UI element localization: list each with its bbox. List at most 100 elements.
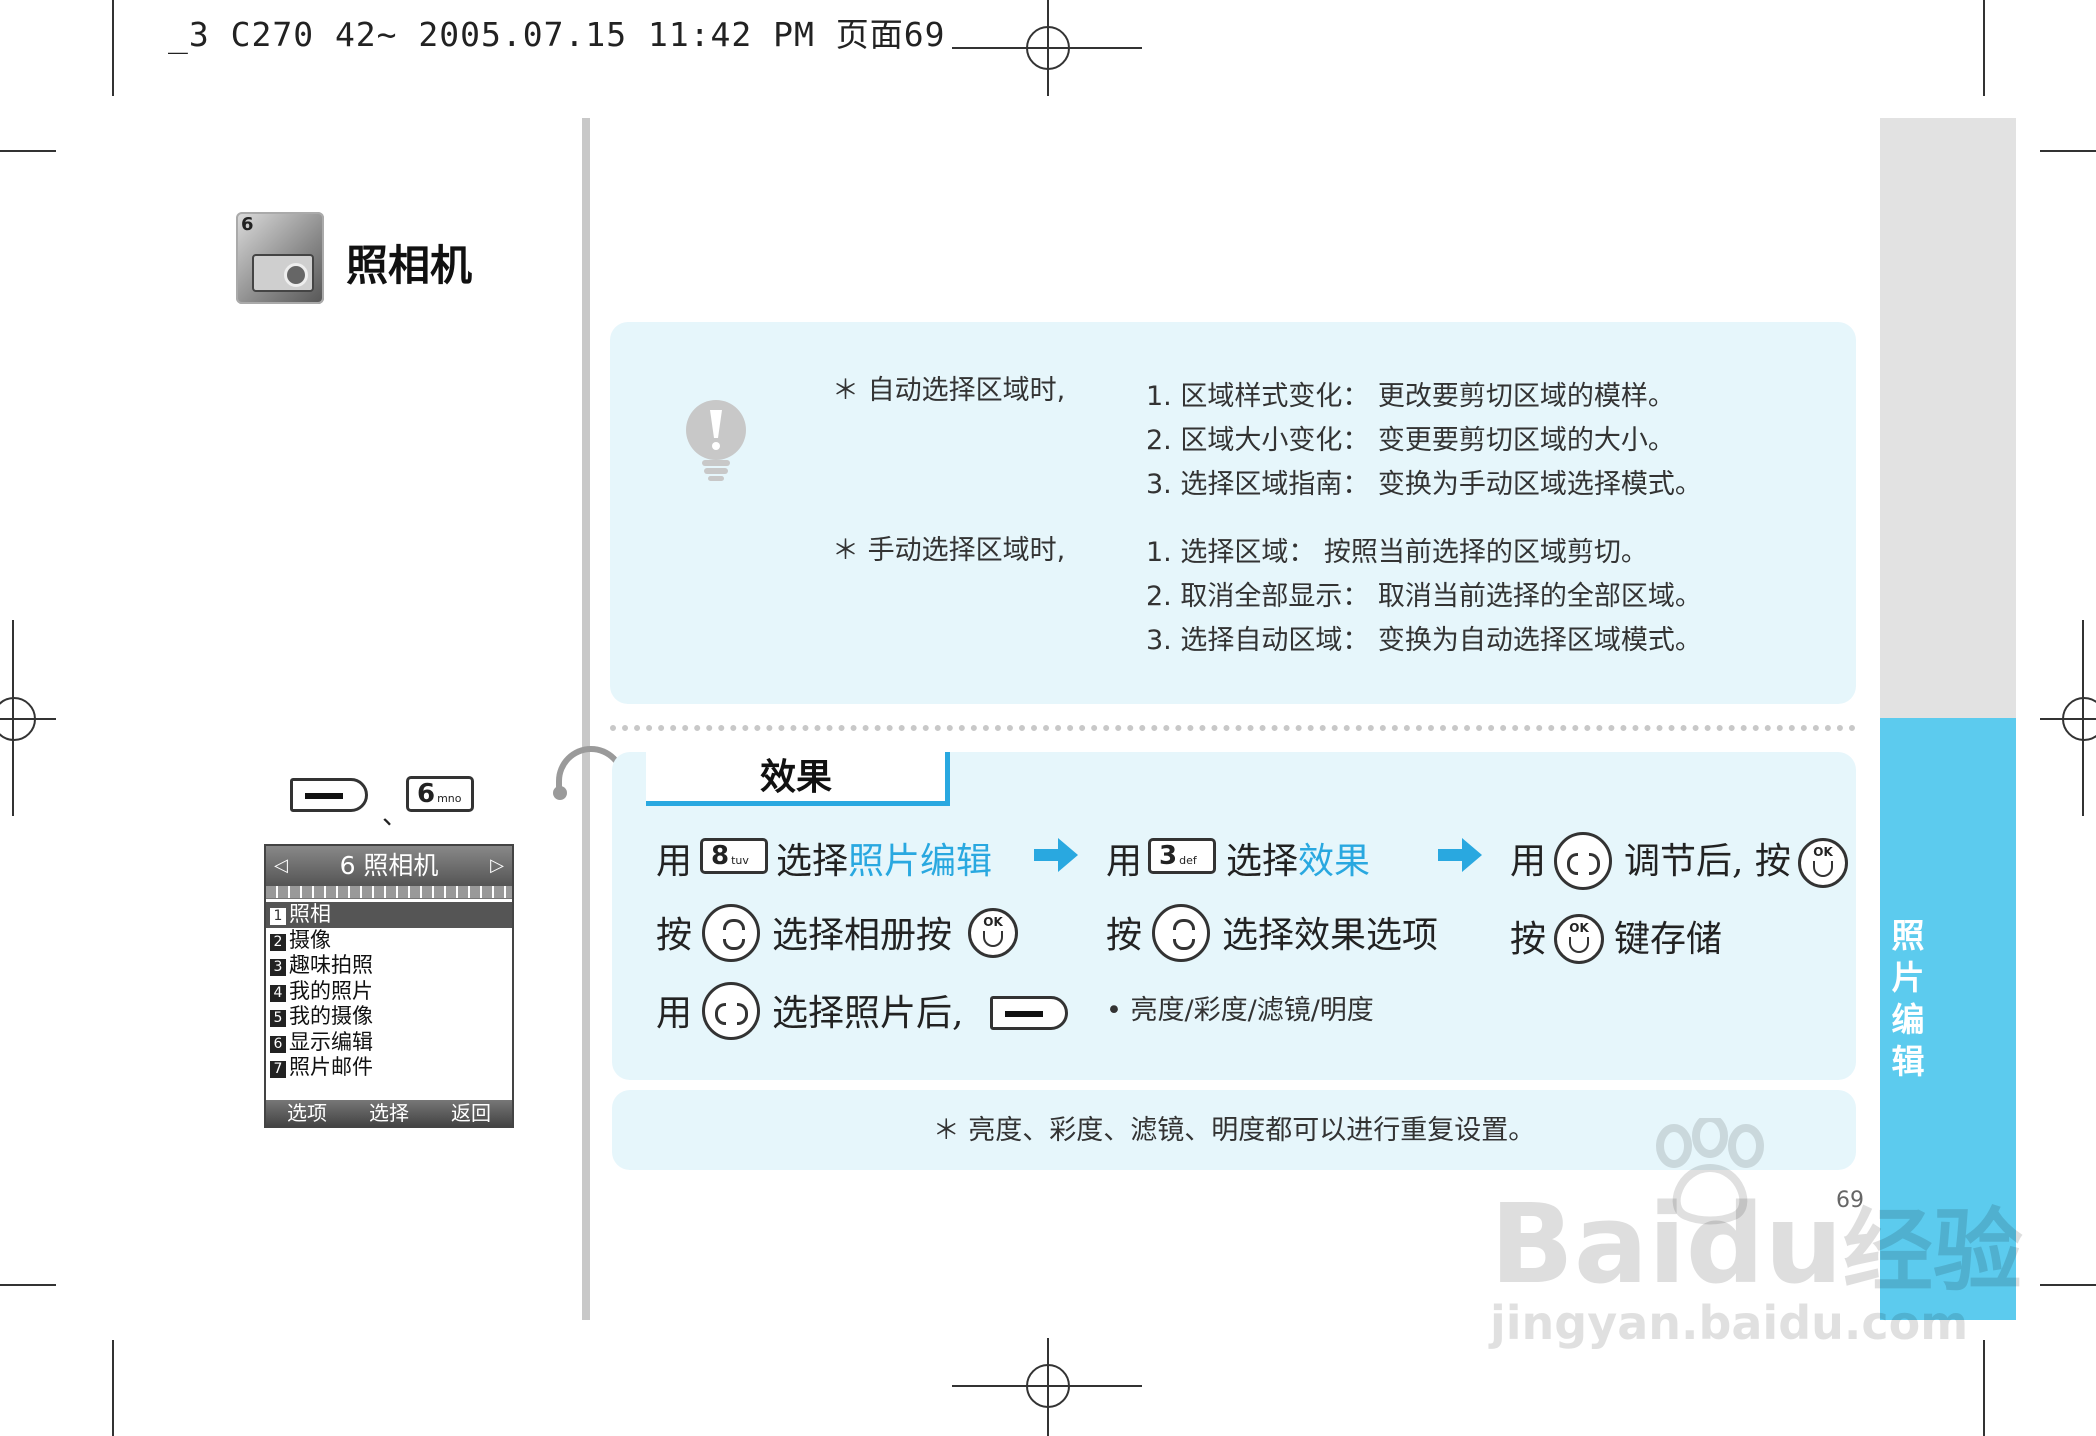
print-slug: _3 C270 42~ 2005.07.15 11:42 PM 页面69 bbox=[168, 15, 946, 54]
phone-title-bar: ◁ 6 照相机 ▷ bbox=[266, 846, 512, 886]
phone-screen: ◁ 6 照相机 ▷ 1 照相 2 摄像 3 趣味拍照 4 我的照片 5 我的摄像 6 显示编… bbox=[264, 844, 514, 1128]
item-number: 3 bbox=[270, 959, 286, 976]
item-number: 1 bbox=[270, 908, 286, 925]
crop-mark bbox=[0, 150, 56, 152]
tip-manual-line: 3. 选择自动区域： 变换为自动选择区域模式。 bbox=[1146, 625, 1702, 656]
step-text: 选择照片后, bbox=[772, 993, 964, 1034]
step-text: 选择效果 bbox=[1226, 832, 1370, 884]
registration-mark bbox=[1026, 26, 1070, 70]
tip-manual-line: 2. 取消全部显示： 取消当前选择的全部区域。 bbox=[1146, 581, 1702, 612]
left-right-nav-key-icon bbox=[1554, 832, 1612, 890]
menu-item-photo-mail[interactable]: 7 照片邮件 bbox=[266, 1055, 512, 1081]
item-number: 7 bbox=[270, 1061, 286, 1078]
right-arrow-icon: ▷ bbox=[490, 855, 504, 876]
step-text: 按 bbox=[1510, 919, 1547, 960]
item-label: 显示编辑 bbox=[289, 1029, 373, 1054]
item-label: 摄像 bbox=[289, 927, 331, 952]
crop-mark bbox=[1983, 0, 1985, 96]
softkey-bar: 选项 选择 返回 bbox=[266, 1100, 512, 1126]
page-divider bbox=[582, 118, 590, 1320]
item-number: 6 bbox=[270, 1035, 286, 1053]
crop-mark bbox=[112, 1340, 114, 1436]
side-tab-label: 照 片 编 辑 bbox=[1880, 915, 1936, 1083]
watermark-brand: Baidu经验 bbox=[1490, 1178, 2023, 1308]
side-tab-char: 编 bbox=[1891, 1000, 1925, 1039]
menu-list: 1 照相 2 摄像 3 趣味拍照 4 我的照片 5 我的摄像 6 显示编辑 7 照片邮件 bbox=[266, 899, 512, 1081]
watermark-url: jingyan.baidu.com bbox=[1490, 1296, 1969, 1350]
tab-strip bbox=[266, 886, 512, 899]
ok-label: OK bbox=[1569, 921, 1589, 935]
menu-item-fun-shot[interactable]: 3 趣味拍照 bbox=[266, 953, 512, 979]
item-label: 我的照片 bbox=[289, 978, 373, 1003]
step-text: 键存储 bbox=[1614, 919, 1723, 960]
step-text: 选择照片编辑 bbox=[776, 832, 992, 884]
key-letters: mno bbox=[437, 792, 462, 805]
key-letters: tuv bbox=[731, 854, 749, 867]
step-text: 用 bbox=[1510, 841, 1547, 882]
menu-item-display-edit[interactable]: 6 显示编辑 bbox=[266, 1030, 512, 1056]
tip-auto-line: 2. 区域大小变化： 变更要剪切区域的大小。 bbox=[1146, 425, 1675, 456]
camera-lens bbox=[284, 263, 308, 287]
left-arrow-icon: ◁ bbox=[274, 855, 288, 876]
step-text: 调节后, 按 bbox=[1624, 841, 1791, 882]
side-tab-char: 照 bbox=[1891, 916, 1925, 955]
item-label: 照片邮件 bbox=[289, 1055, 373, 1079]
ok-key-icon: OK bbox=[1798, 838, 1848, 888]
item-label: 我的摄像 bbox=[289, 1004, 373, 1028]
effects-tab-label: 效果 bbox=[759, 756, 832, 798]
registration-mark bbox=[0, 697, 36, 741]
menu-item-photo[interactable]: 1 照相 bbox=[266, 902, 512, 928]
ok-key-icon: OK bbox=[968, 908, 1018, 958]
number-key-8-icon: 8 tuv bbox=[700, 838, 768, 874]
number-key-6-icon: 6 mno bbox=[406, 776, 474, 812]
watermark-brand-text: Baidu bbox=[1490, 1180, 1843, 1308]
soft-key-icon bbox=[290, 778, 368, 812]
key-separator: 、 bbox=[382, 801, 409, 831]
ok-label: OK bbox=[983, 915, 1003, 929]
key-digit: 6 bbox=[417, 779, 436, 809]
side-tab-char: 辑 bbox=[1891, 1042, 1925, 1081]
number-key-3-icon: 3 def bbox=[1148, 838, 1216, 874]
key-digit: 8 bbox=[711, 841, 730, 871]
step-text: 按 bbox=[1106, 915, 1143, 956]
registration-mark bbox=[1026, 1364, 1070, 1408]
tip-auto-line: 3. 选择区域指南： 变换为手动区域选择模式。 bbox=[1146, 469, 1702, 500]
section-number: 6 bbox=[241, 214, 254, 235]
softkey-options[interactable]: 选项 bbox=[287, 1100, 327, 1126]
side-tab-char: 片 bbox=[1891, 958, 1925, 997]
tip-manual-heading: ＊ 手动选择区域时, bbox=[832, 535, 1066, 566]
binder-hook-dot bbox=[553, 786, 567, 800]
arrow-right-icon bbox=[1438, 838, 1482, 872]
side-tab-gray bbox=[1880, 118, 2016, 718]
softkey-back[interactable]: 返回 bbox=[451, 1100, 491, 1126]
ok-label: OK bbox=[1813, 845, 1833, 859]
tip-auto-line: 1. 区域样式变化： 更改要剪切区域的模样。 bbox=[1146, 381, 1675, 412]
key-digit: 3 bbox=[1159, 841, 1178, 871]
menu-item-my-photos[interactable]: 4 我的照片 bbox=[266, 979, 512, 1005]
ok-key-icon: OK bbox=[1554, 914, 1604, 964]
menu-item-video[interactable]: 2 摄像 bbox=[266, 928, 512, 954]
left-right-nav-key-icon bbox=[702, 982, 760, 1040]
item-number: 2 bbox=[270, 933, 286, 951]
item-number: 5 bbox=[270, 1010, 286, 1027]
arrow-right-icon bbox=[1034, 838, 1078, 872]
step-text: 选择相册按 bbox=[772, 915, 953, 956]
highlight-effects: 效果 bbox=[1298, 841, 1371, 882]
soft-key-icon bbox=[990, 996, 1068, 1030]
section-title: 照相机 bbox=[346, 241, 473, 290]
up-down-nav-key-icon bbox=[702, 904, 760, 962]
tip-auto-heading: ＊ 自动选择区域时, bbox=[832, 375, 1066, 406]
lightbulb-icon bbox=[686, 400, 746, 481]
menu-item-my-videos[interactable]: 5 我的摄像 bbox=[266, 1004, 512, 1030]
up-down-nav-key-icon bbox=[1152, 904, 1210, 962]
tip-manual-line: 1. 选择区域： 按照当前选择的区域剪切。 bbox=[1146, 537, 1648, 568]
step-text: 选择效果选项 bbox=[1222, 915, 1439, 956]
crop-mark bbox=[2040, 1284, 2096, 1286]
step-text-a: 选择 bbox=[1226, 841, 1299, 882]
step-text-a: 选择 bbox=[776, 841, 849, 882]
crop-mark bbox=[112, 0, 114, 96]
watermark-brand-cn: 经验 bbox=[1842, 1199, 2023, 1304]
softkey-select[interactable]: 选择 bbox=[369, 1100, 409, 1126]
item-label: 趣味拍照 bbox=[289, 953, 373, 977]
crop-mark bbox=[0, 1284, 56, 1286]
